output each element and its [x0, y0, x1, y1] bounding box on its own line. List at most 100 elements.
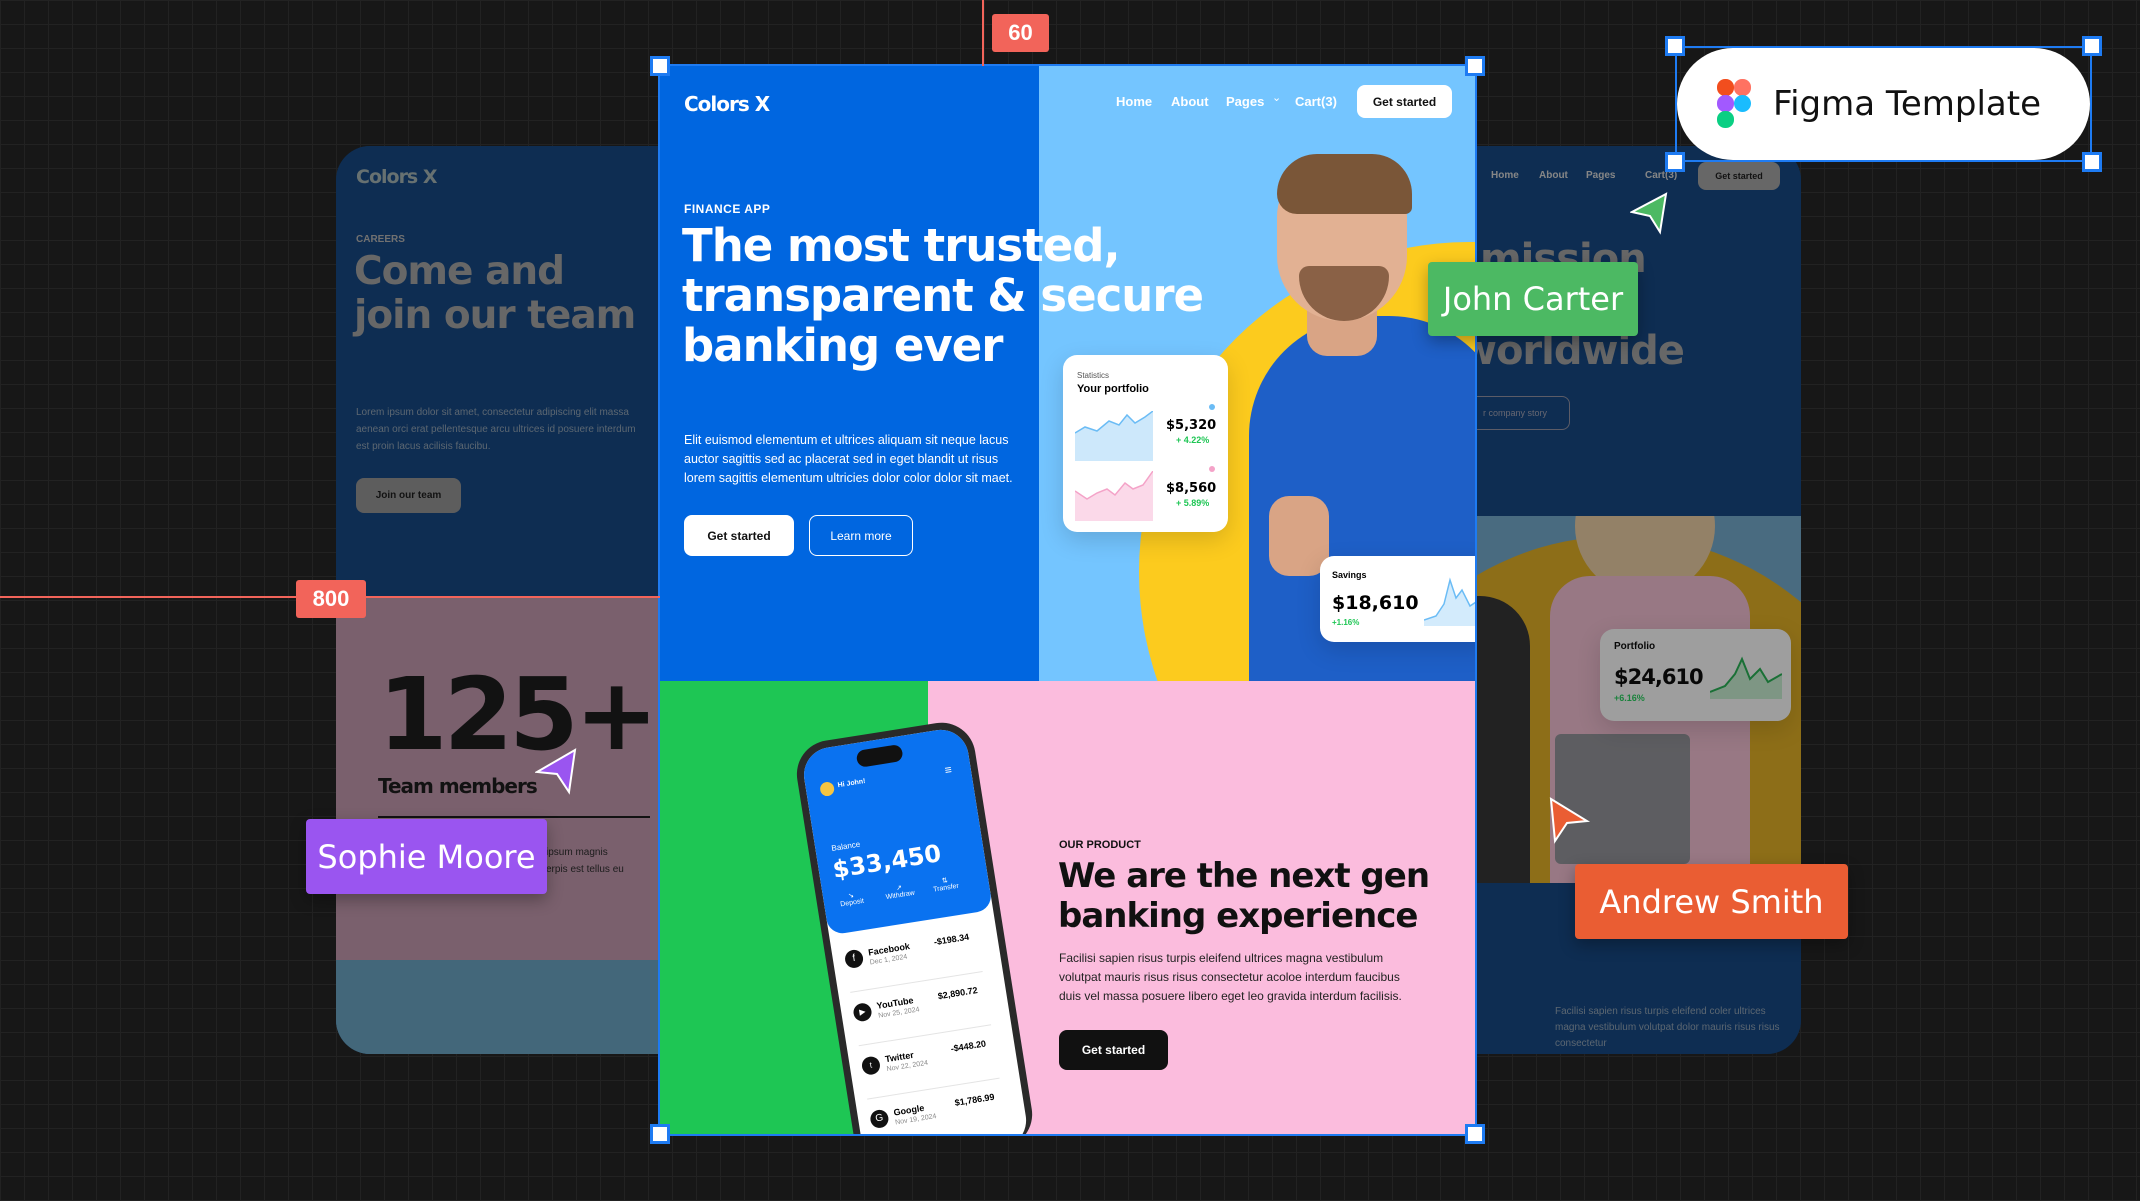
savings-change: +1.16% [1332, 618, 1360, 627]
phone-greeting: Hi John! [837, 777, 866, 790]
google-icon: G [869, 1108, 890, 1130]
collaborator-tag-sophie-moore: Sophie Moore [306, 819, 547, 894]
product-eyebrow: OUR PRODUCT [1059, 839, 1141, 851]
badge-handle[interactable] [1665, 36, 1685, 56]
left-headline-2: join our team [354, 293, 636, 338]
hero-body: Elit euismod elementum et ultrices aliqu… [684, 431, 1013, 488]
facebook-icon: f [843, 948, 865, 970]
pink-dot-icon [1209, 466, 1215, 472]
left-headline-1: Come and [354, 249, 565, 294]
nav-pages[interactable]: Pages [1226, 94, 1264, 109]
right-portfolio-card: Portfolio $24,610 +6.16% [1600, 629, 1791, 721]
savings-card: Savings $18,610 +1.16% [1320, 556, 1475, 642]
right-get-started-button[interactable]: Get started [1698, 162, 1780, 190]
product-headline-2: banking experience [1058, 896, 1418, 936]
phone-notch [855, 743, 904, 768]
hero-blue-panel [660, 66, 1039, 681]
tx-amount: $1,786.99 [954, 1091, 996, 1108]
avatar [819, 781, 836, 798]
right-nav-pages[interactable]: Pages [1586, 170, 1615, 181]
tx-amount: $2,890.72 [937, 985, 979, 1002]
guide-label-left: 800 [296, 580, 366, 618]
left-page-preview: Colors X CAREERS Come and join our team … [336, 146, 696, 1054]
action-withdraw[interactable]: ↗ Withdraw [884, 882, 915, 902]
badge-handle[interactable] [2082, 36, 2102, 56]
tx-amount: -$198.34 [933, 931, 970, 948]
right-nav-home[interactable]: Home [1491, 170, 1519, 181]
product-get-started-button[interactable]: Get started [1059, 1030, 1168, 1070]
cursor-orange-icon [1549, 797, 1591, 844]
left-divider [378, 816, 650, 818]
savings-value: $18,610 [1332, 592, 1419, 614]
guide-label-top: 60 [992, 14, 1049, 52]
twitter-icon: t [860, 1055, 882, 1076]
right-nav-about[interactable]: About [1539, 170, 1568, 181]
action-deposit[interactable]: ↘ Deposit [839, 890, 865, 908]
blue-dot-icon [1209, 404, 1215, 410]
chevron-down-icon: ⌄ [1272, 92, 1282, 104]
figma-template-badge[interactable]: Figma Template [1675, 46, 2092, 162]
stats-chart-pink [1075, 471, 1153, 521]
product-body-3: duis vel massa posuere libero eget leo g… [1059, 989, 1402, 1003]
hero-get-started-button[interactable]: Get started [684, 515, 794, 556]
left-stat-label: Team members [378, 774, 538, 798]
vertical-guide [982, 0, 984, 66]
left-stat-text-2: erpis est tellus eu [546, 864, 624, 875]
figma-logo-icon [1717, 79, 1751, 128]
hero-headline-1: The most trusted, [682, 219, 1121, 272]
action-transfer[interactable]: ⇅ Transfer [931, 875, 960, 893]
selection-handle[interactable] [1465, 56, 1485, 76]
company-story-button[interactable]: r company story [1460, 396, 1570, 430]
left-logo: Colors X [356, 166, 438, 188]
selection-handle[interactable] [650, 1124, 670, 1144]
main-logo[interactable]: Colors X [684, 92, 770, 116]
menu-icon[interactable]: ≡ [944, 762, 953, 777]
right-portfolio-value: $24,610 [1614, 665, 1704, 689]
tx-amount: -$448.20 [950, 1038, 987, 1054]
figma-template-label: Figma Template [1773, 84, 2042, 124]
stats-change-2: + 5.89% [1176, 498, 1210, 508]
stats-chart-blue [1075, 411, 1153, 461]
hero-body-3: lorem sagittis elementum ultricies dolor… [684, 471, 1013, 485]
left-stat-section: 125+ Team members ipsum magnis erpis est… [336, 596, 696, 960]
badge-handle[interactable] [1665, 152, 1685, 172]
left-eyebrow: CAREERS [356, 234, 405, 245]
right-portfolio-sparkline [1710, 656, 1782, 699]
youtube-icon: ▶ [852, 1001, 873, 1023]
left-stat-number: 125+ [378, 656, 659, 773]
nav-cart[interactable]: Cart(3) [1295, 94, 1337, 109]
right-body: Facilisi sapien risus turpis eleifend co… [1555, 1006, 1780, 1049]
product-headline-1: We are the next gen [1058, 856, 1430, 896]
stats-value-1: $5,320 [1166, 418, 1217, 433]
product-body-2: volutpat mauris risus risus consectetur … [1059, 970, 1400, 984]
hero-learn-more-button[interactable]: Learn more [809, 515, 913, 556]
right-portfolio-label: Portfolio [1614, 641, 1656, 652]
left-stat-text-1: ipsum magnis [546, 847, 608, 858]
hero-headline: The most trusted, transparent & secure b… [682, 219, 1204, 371]
badge-handle[interactable] [2082, 152, 2102, 172]
phone-header: Hi John! ≡ Balance $33,450 ↘ Deposit ↗ Wit… [800, 725, 994, 936]
right-portfolio-change: +6.16% [1614, 693, 1645, 703]
hero-body-1: Elit euismod elementum et ultrices aliqu… [684, 433, 1009, 447]
figma-pill: Figma Template [1677, 48, 2090, 160]
join-team-button[interactable]: Join our team [356, 478, 461, 513]
selection-handle[interactable] [650, 56, 670, 76]
left-body: Lorem ipsum dolor sit amet, consectetur … [356, 407, 636, 452]
product-body: Facilisi sapien risus turpis eleifend ul… [1059, 949, 1402, 1006]
left-headline: Come and join our team [354, 249, 636, 338]
stats-label: Statistics [1077, 371, 1110, 380]
balance-label: Balance [830, 839, 861, 854]
main-page-frame[interactable]: Colors X Home About Pages ⌄ Cart(3) Get … [658, 64, 1477, 1136]
nav-home[interactable]: Home [1116, 94, 1152, 109]
cursor-purple-icon [535, 748, 577, 795]
savings-sparkline [1424, 577, 1475, 626]
collaborator-tag-john-carter: John Carter [1428, 262, 1638, 336]
savings-label: Savings [1332, 570, 1367, 580]
stats-card: Statistics Your portfolio $5,320 + 4.22%… [1063, 355, 1228, 532]
nav-get-started-button[interactable]: Get started [1357, 85, 1452, 118]
selection-handle[interactable] [1465, 1124, 1485, 1144]
nav-about[interactable]: About [1171, 94, 1209, 109]
man-hair [1277, 154, 1412, 214]
collaborator-tag-andrew-smith: Andrew Smith [1575, 864, 1848, 939]
stats-value-2: $8,560 [1166, 481, 1217, 496]
